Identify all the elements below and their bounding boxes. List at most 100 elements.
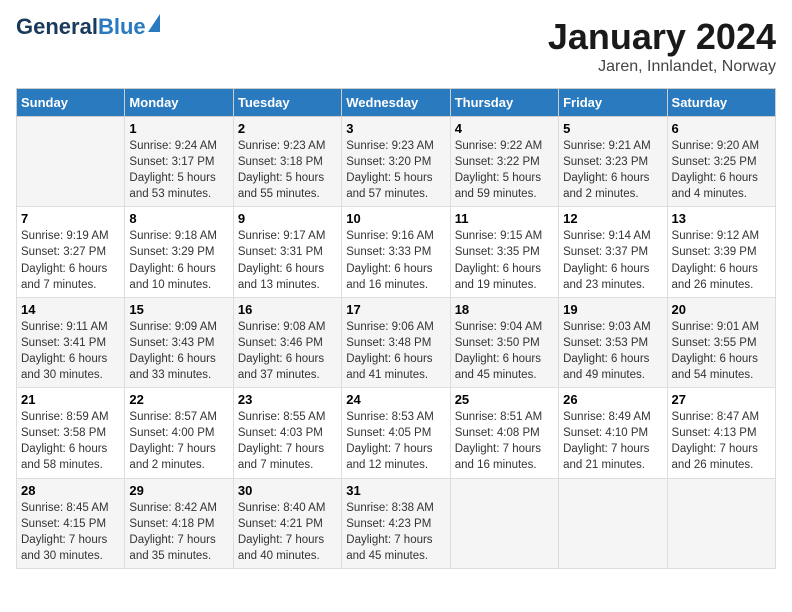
day-info: Sunrise: 8:59 AM Sunset: 3:58 PM Dayligh…	[21, 409, 120, 473]
column-header-friday: Friday	[559, 89, 667, 117]
day-info: Sunrise: 9:17 AM Sunset: 3:31 PM Dayligh…	[238, 228, 337, 292]
day-number: 16	[238, 302, 337, 317]
column-header-monday: Monday	[125, 89, 233, 117]
day-info: Sunrise: 8:47 AM Sunset: 4:13 PM Dayligh…	[672, 409, 771, 473]
column-header-thursday: Thursday	[450, 89, 558, 117]
week-row-4: 21 Sunrise: 8:59 AM Sunset: 3:58 PM Dayli…	[17, 388, 776, 478]
day-info: Sunrise: 9:04 AM Sunset: 3:50 PM Dayligh…	[455, 319, 554, 383]
day-info: Sunrise: 8:53 AM Sunset: 4:05 PM Dayligh…	[346, 409, 445, 473]
calendar-table: SundayMondayTuesdayWednesdayThursdayFrid…	[16, 88, 776, 569]
day-number: 5	[563, 121, 662, 136]
logo-arrow-icon	[148, 14, 160, 32]
day-info: Sunrise: 8:45 AM Sunset: 4:15 PM Dayligh…	[21, 500, 120, 564]
day-info: Sunrise: 8:57 AM Sunset: 4:00 PM Dayligh…	[129, 409, 228, 473]
day-info: Sunrise: 9:22 AM Sunset: 3:22 PM Dayligh…	[455, 138, 554, 202]
day-number: 9	[238, 211, 337, 226]
day-info: Sunrise: 9:14 AM Sunset: 3:37 PM Dayligh…	[563, 228, 662, 292]
day-number: 6	[672, 121, 771, 136]
title-block: January 2024 Jaren, Innlandet, Norway	[548, 16, 776, 76]
calendar-cell: 13 Sunrise: 9:12 AM Sunset: 3:39 PM Dayli…	[667, 207, 775, 297]
logo-text: GeneralBlue	[16, 16, 146, 38]
day-info: Sunrise: 9:01 AM Sunset: 3:55 PM Dayligh…	[672, 319, 771, 383]
calendar-cell	[450, 478, 558, 568]
calendar-cell: 21 Sunrise: 8:59 AM Sunset: 3:58 PM Dayli…	[17, 388, 125, 478]
day-number: 19	[563, 302, 662, 317]
day-number: 2	[238, 121, 337, 136]
day-number: 15	[129, 302, 228, 317]
calendar-cell: 4 Sunrise: 9:22 AM Sunset: 3:22 PM Daylig…	[450, 117, 558, 207]
day-info: Sunrise: 9:03 AM Sunset: 3:53 PM Dayligh…	[563, 319, 662, 383]
day-info: Sunrise: 8:49 AM Sunset: 4:10 PM Dayligh…	[563, 409, 662, 473]
calendar-cell: 8 Sunrise: 9:18 AM Sunset: 3:29 PM Daylig…	[125, 207, 233, 297]
day-number: 31	[346, 483, 445, 498]
calendar-cell: 24Sunrise: 8:53 AM Sunset: 4:05 PM Dayli…	[342, 388, 450, 478]
day-info: Sunrise: 8:40 AM Sunset: 4:21 PM Dayligh…	[238, 500, 337, 564]
calendar-cell: 15Sunrise: 9:09 AM Sunset: 3:43 PM Dayli…	[125, 297, 233, 387]
day-number: 4	[455, 121, 554, 136]
day-number: 13	[672, 211, 771, 226]
week-row-2: 7Sunrise: 9:19 AM Sunset: 3:27 PM Daylig…	[17, 207, 776, 297]
calendar-cell: 23 Sunrise: 8:55 AM Sunset: 4:03 PM Dayli…	[233, 388, 341, 478]
day-number: 26	[563, 392, 662, 407]
day-info: Sunrise: 9:15 AM Sunset: 3:35 PM Dayligh…	[455, 228, 554, 292]
day-number: 18	[455, 302, 554, 317]
calendar-cell: 1 Sunrise: 9:24 AM Sunset: 3:17 PM Daylig…	[125, 117, 233, 207]
calendar-cell	[17, 117, 125, 207]
calendar-cell: 31 Sunrise: 8:38 AM Sunset: 4:23 PM Dayli…	[342, 478, 450, 568]
calendar-cell: 28 Sunrise: 8:45 AM Sunset: 4:15 PM Dayli…	[17, 478, 125, 568]
calendar-cell: 26 Sunrise: 8:49 AM Sunset: 4:10 PM Dayli…	[559, 388, 667, 478]
calendar-cell	[667, 478, 775, 568]
day-number: 1	[129, 121, 228, 136]
day-number: 25	[455, 392, 554, 407]
day-number: 23	[238, 392, 337, 407]
day-info: Sunrise: 8:38 AM Sunset: 4:23 PM Dayligh…	[346, 500, 445, 564]
calendar-cell: 9 Sunrise: 9:17 AM Sunset: 3:31 PM Daylig…	[233, 207, 341, 297]
calendar-cell: 3 Sunrise: 9:23 AM Sunset: 3:20 PM Daylig…	[342, 117, 450, 207]
calendar-cell: 11 Sunrise: 9:15 AM Sunset: 3:35 PM Dayli…	[450, 207, 558, 297]
day-info: Sunrise: 9:18 AM Sunset: 3:29 PM Dayligh…	[129, 228, 228, 292]
day-number: 12	[563, 211, 662, 226]
calendar-cell	[559, 478, 667, 568]
day-number: 20	[672, 302, 771, 317]
week-row-1: 1 Sunrise: 9:24 AM Sunset: 3:17 PM Daylig…	[17, 117, 776, 207]
day-number: 17	[346, 302, 445, 317]
day-info: Sunrise: 9:19 AM Sunset: 3:27 PM Dayligh…	[21, 228, 120, 292]
day-info: Sunrise: 9:24 AM Sunset: 3:17 PM Dayligh…	[129, 138, 228, 202]
day-info: Sunrise: 9:23 AM Sunset: 3:20 PM Dayligh…	[346, 138, 445, 202]
day-info: Sunrise: 9:21 AM Sunset: 3:23 PM Dayligh…	[563, 138, 662, 202]
calendar-cell: 6Sunrise: 9:20 AM Sunset: 3:25 PM Daylig…	[667, 117, 775, 207]
week-row-3: 14Sunrise: 9:11 AM Sunset: 3:41 PM Dayli…	[17, 297, 776, 387]
day-number: 22	[129, 392, 228, 407]
calendar-cell: 27 Sunrise: 8:47 AM Sunset: 4:13 PM Dayli…	[667, 388, 775, 478]
day-number: 10	[346, 211, 445, 226]
day-info: Sunrise: 8:42 AM Sunset: 4:18 PM Dayligh…	[129, 500, 228, 564]
day-number: 11	[455, 211, 554, 226]
calendar-cell: 30Sunrise: 8:40 AM Sunset: 4:21 PM Dayli…	[233, 478, 341, 568]
calendar-cell: 20 Sunrise: 9:01 AM Sunset: 3:55 PM Dayli…	[667, 297, 775, 387]
day-number: 29	[129, 483, 228, 498]
header-row: SundayMondayTuesdayWednesdayThursdayFrid…	[17, 89, 776, 117]
day-number: 21	[21, 392, 120, 407]
day-number: 3	[346, 121, 445, 136]
logo: GeneralBlue	[16, 16, 160, 38]
calendar-cell: 25 Sunrise: 8:51 AM Sunset: 4:08 PM Dayli…	[450, 388, 558, 478]
day-info: Sunrise: 9:11 AM Sunset: 3:41 PM Dayligh…	[21, 319, 120, 383]
calendar-cell: 29 Sunrise: 8:42 AM Sunset: 4:18 PM Dayli…	[125, 478, 233, 568]
column-header-wednesday: Wednesday	[342, 89, 450, 117]
column-header-sunday: Sunday	[17, 89, 125, 117]
day-number: 27	[672, 392, 771, 407]
day-info: Sunrise: 9:12 AM Sunset: 3:39 PM Dayligh…	[672, 228, 771, 292]
day-info: Sunrise: 9:23 AM Sunset: 3:18 PM Dayligh…	[238, 138, 337, 202]
page-header: GeneralBlue January 2024 Jaren, Innlande…	[16, 16, 776, 76]
calendar-title: January 2024	[548, 16, 776, 58]
column-header-saturday: Saturday	[667, 89, 775, 117]
calendar-cell: 22 Sunrise: 8:57 AM Sunset: 4:00 PM Dayli…	[125, 388, 233, 478]
day-info: Sunrise: 8:51 AM Sunset: 4:08 PM Dayligh…	[455, 409, 554, 473]
day-info: Sunrise: 9:06 AM Sunset: 3:48 PM Dayligh…	[346, 319, 445, 383]
day-number: 28	[21, 483, 120, 498]
day-info: Sunrise: 9:08 AM Sunset: 3:46 PM Dayligh…	[238, 319, 337, 383]
calendar-cell: 12 Sunrise: 9:14 AM Sunset: 3:37 PM Dayli…	[559, 207, 667, 297]
day-info: Sunrise: 8:55 AM Sunset: 4:03 PM Dayligh…	[238, 409, 337, 473]
day-number: 8	[129, 211, 228, 226]
calendar-cell: 5 Sunrise: 9:21 AM Sunset: 3:23 PM Daylig…	[559, 117, 667, 207]
